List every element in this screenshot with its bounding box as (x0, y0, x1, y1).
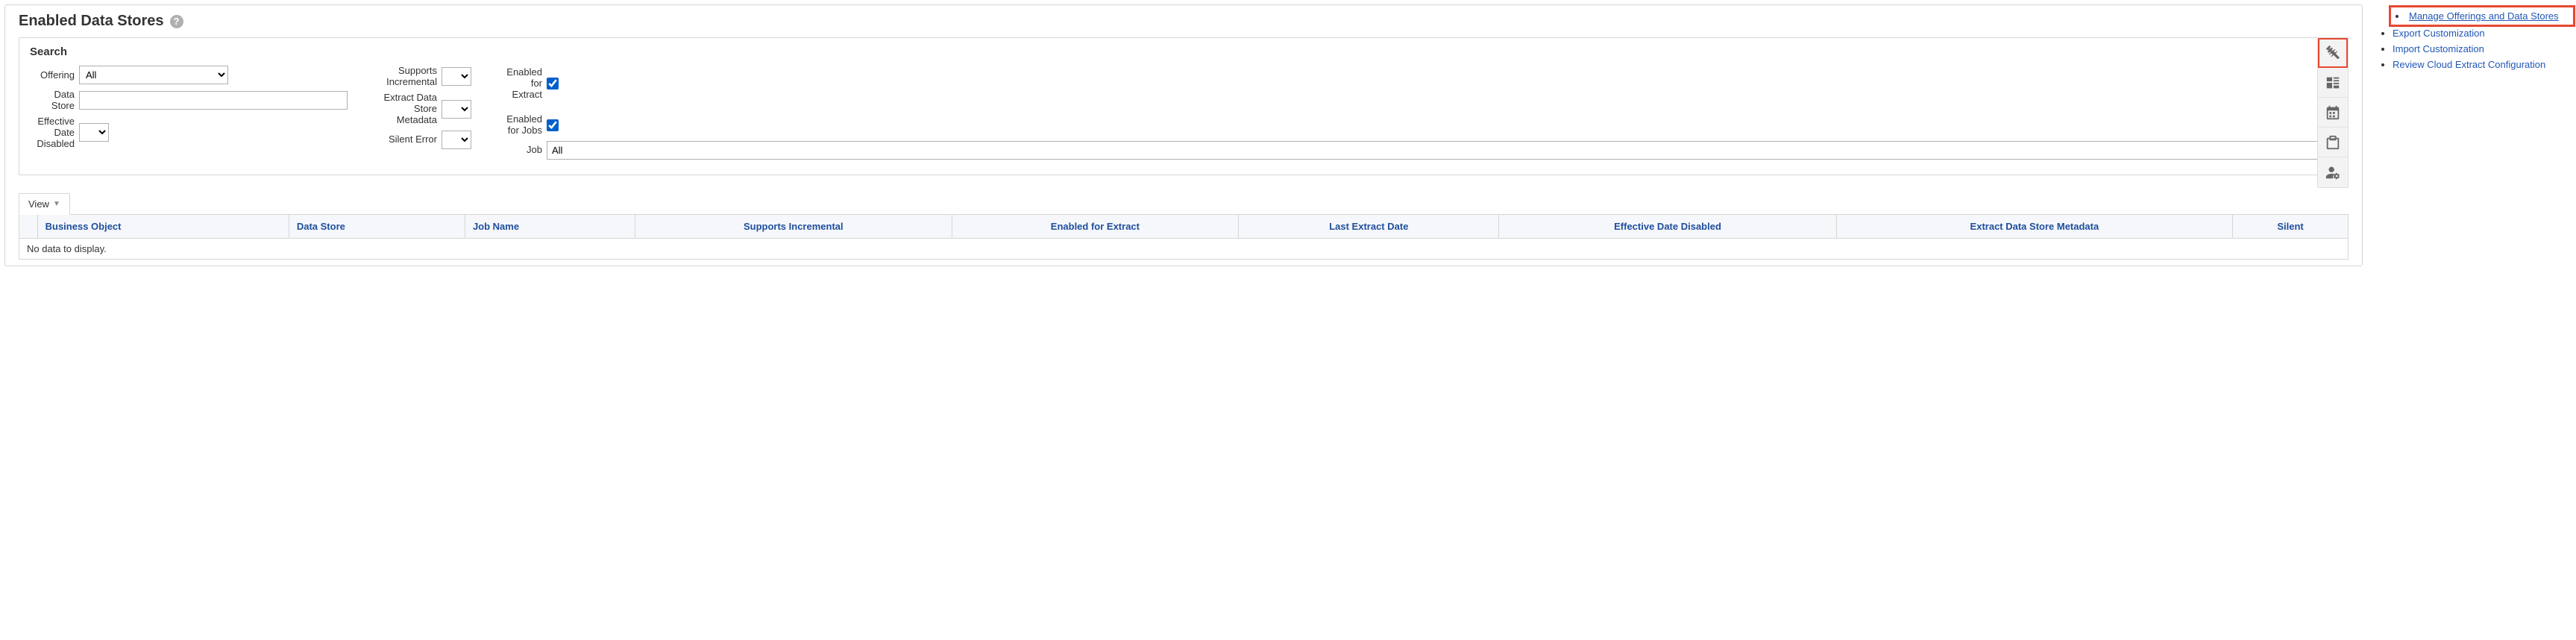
enabled-for-jobs-checkbox[interactable] (547, 119, 559, 131)
chevron-down-icon: ▼ (53, 200, 60, 208)
page-title: Enabled Data Stores (19, 13, 164, 30)
data-table: . Business Object Data Store Job Name Su… (19, 214, 2349, 260)
user-settings-icon[interactable] (2318, 157, 2348, 187)
effective-date-disabled-label: Effective Date Disabled (30, 116, 75, 149)
offering-label: Offering (30, 69, 75, 81)
link-import-customization: Import Customization (2393, 43, 2572, 54)
enabled-for-extract-checkbox[interactable] (547, 78, 559, 90)
main-panel: Enabled Data Stores ? Search Offering Al… (4, 4, 2363, 266)
search-title: Search (30, 46, 2337, 58)
extract-data-store-metadata-label: Extract Data Store Metadata (377, 92, 437, 126)
supports-incremental-label: Supports Incremental (377, 66, 437, 88)
view-label: View (28, 198, 49, 210)
side-toolbar (2317, 37, 2349, 188)
view-menu[interactable]: View ▼ (19, 193, 70, 215)
manage-offerings-link[interactable]: Manage Offerings and Data Stores (2409, 10, 2559, 22)
link-export-customization: Export Customization (2393, 28, 2572, 39)
link-manage-offerings: Manage Offerings and Data Stores (2393, 9, 2572, 23)
col-silent[interactable]: Silent (2233, 214, 2349, 238)
right-links-panel: Manage Offerings and Data Stores Export … (2378, 4, 2572, 266)
silent-error-select[interactable] (442, 131, 471, 149)
search-panel: Search Offering All Data Store (19, 37, 2349, 175)
col-job-name[interactable]: Job Name (465, 214, 635, 238)
review-config-link[interactable]: Review Cloud Extract Configuration (2393, 59, 2545, 70)
link-review-config: Review Cloud Extract Configuration (2393, 59, 2572, 70)
data-store-label: Data Store (30, 89, 75, 111)
no-data-message: No data to display. (19, 238, 2349, 259)
col-last-extract-date[interactable]: Last Extract Date (1239, 214, 1499, 238)
help-icon[interactable]: ? (170, 15, 183, 28)
offering-select[interactable]: All (79, 66, 228, 84)
clipboard-icon[interactable] (2318, 128, 2348, 157)
job-input[interactable] (547, 141, 2337, 160)
col-effective-date-disabled[interactable]: Effective Date Disabled (1499, 214, 1836, 238)
calendar-icon[interactable] (2318, 98, 2348, 128)
enabled-for-jobs-label: Enabled for Jobs (501, 114, 542, 137)
col-business-object[interactable]: Business Object (37, 214, 289, 238)
col-supports-incremental[interactable]: Supports Incremental (635, 214, 952, 238)
supports-incremental-select[interactable] (442, 67, 471, 86)
import-customization-link[interactable]: Import Customization (2393, 43, 2484, 54)
data-store-input[interactable] (79, 91, 348, 110)
effective-date-disabled-select[interactable] (79, 123, 109, 142)
col-enabled-for-extract[interactable]: Enabled for Extract (952, 214, 1239, 238)
silent-error-label: Silent Error (377, 134, 437, 145)
row-selector-header: . (19, 214, 38, 238)
enabled-for-extract-label: Enabled for Extract (501, 67, 542, 101)
export-customization-link[interactable]: Export Customization (2393, 28, 2485, 39)
col-data-store[interactable]: Data Store (289, 214, 465, 238)
manage-icon[interactable] (2318, 68, 2348, 98)
job-label: Job (501, 145, 542, 156)
tools-icon[interactable] (2318, 38, 2348, 68)
extract-data-store-metadata-select[interactable] (442, 100, 471, 119)
col-extract-data-store-metadata[interactable]: Extract Data Store Metadata (1836, 214, 2233, 238)
